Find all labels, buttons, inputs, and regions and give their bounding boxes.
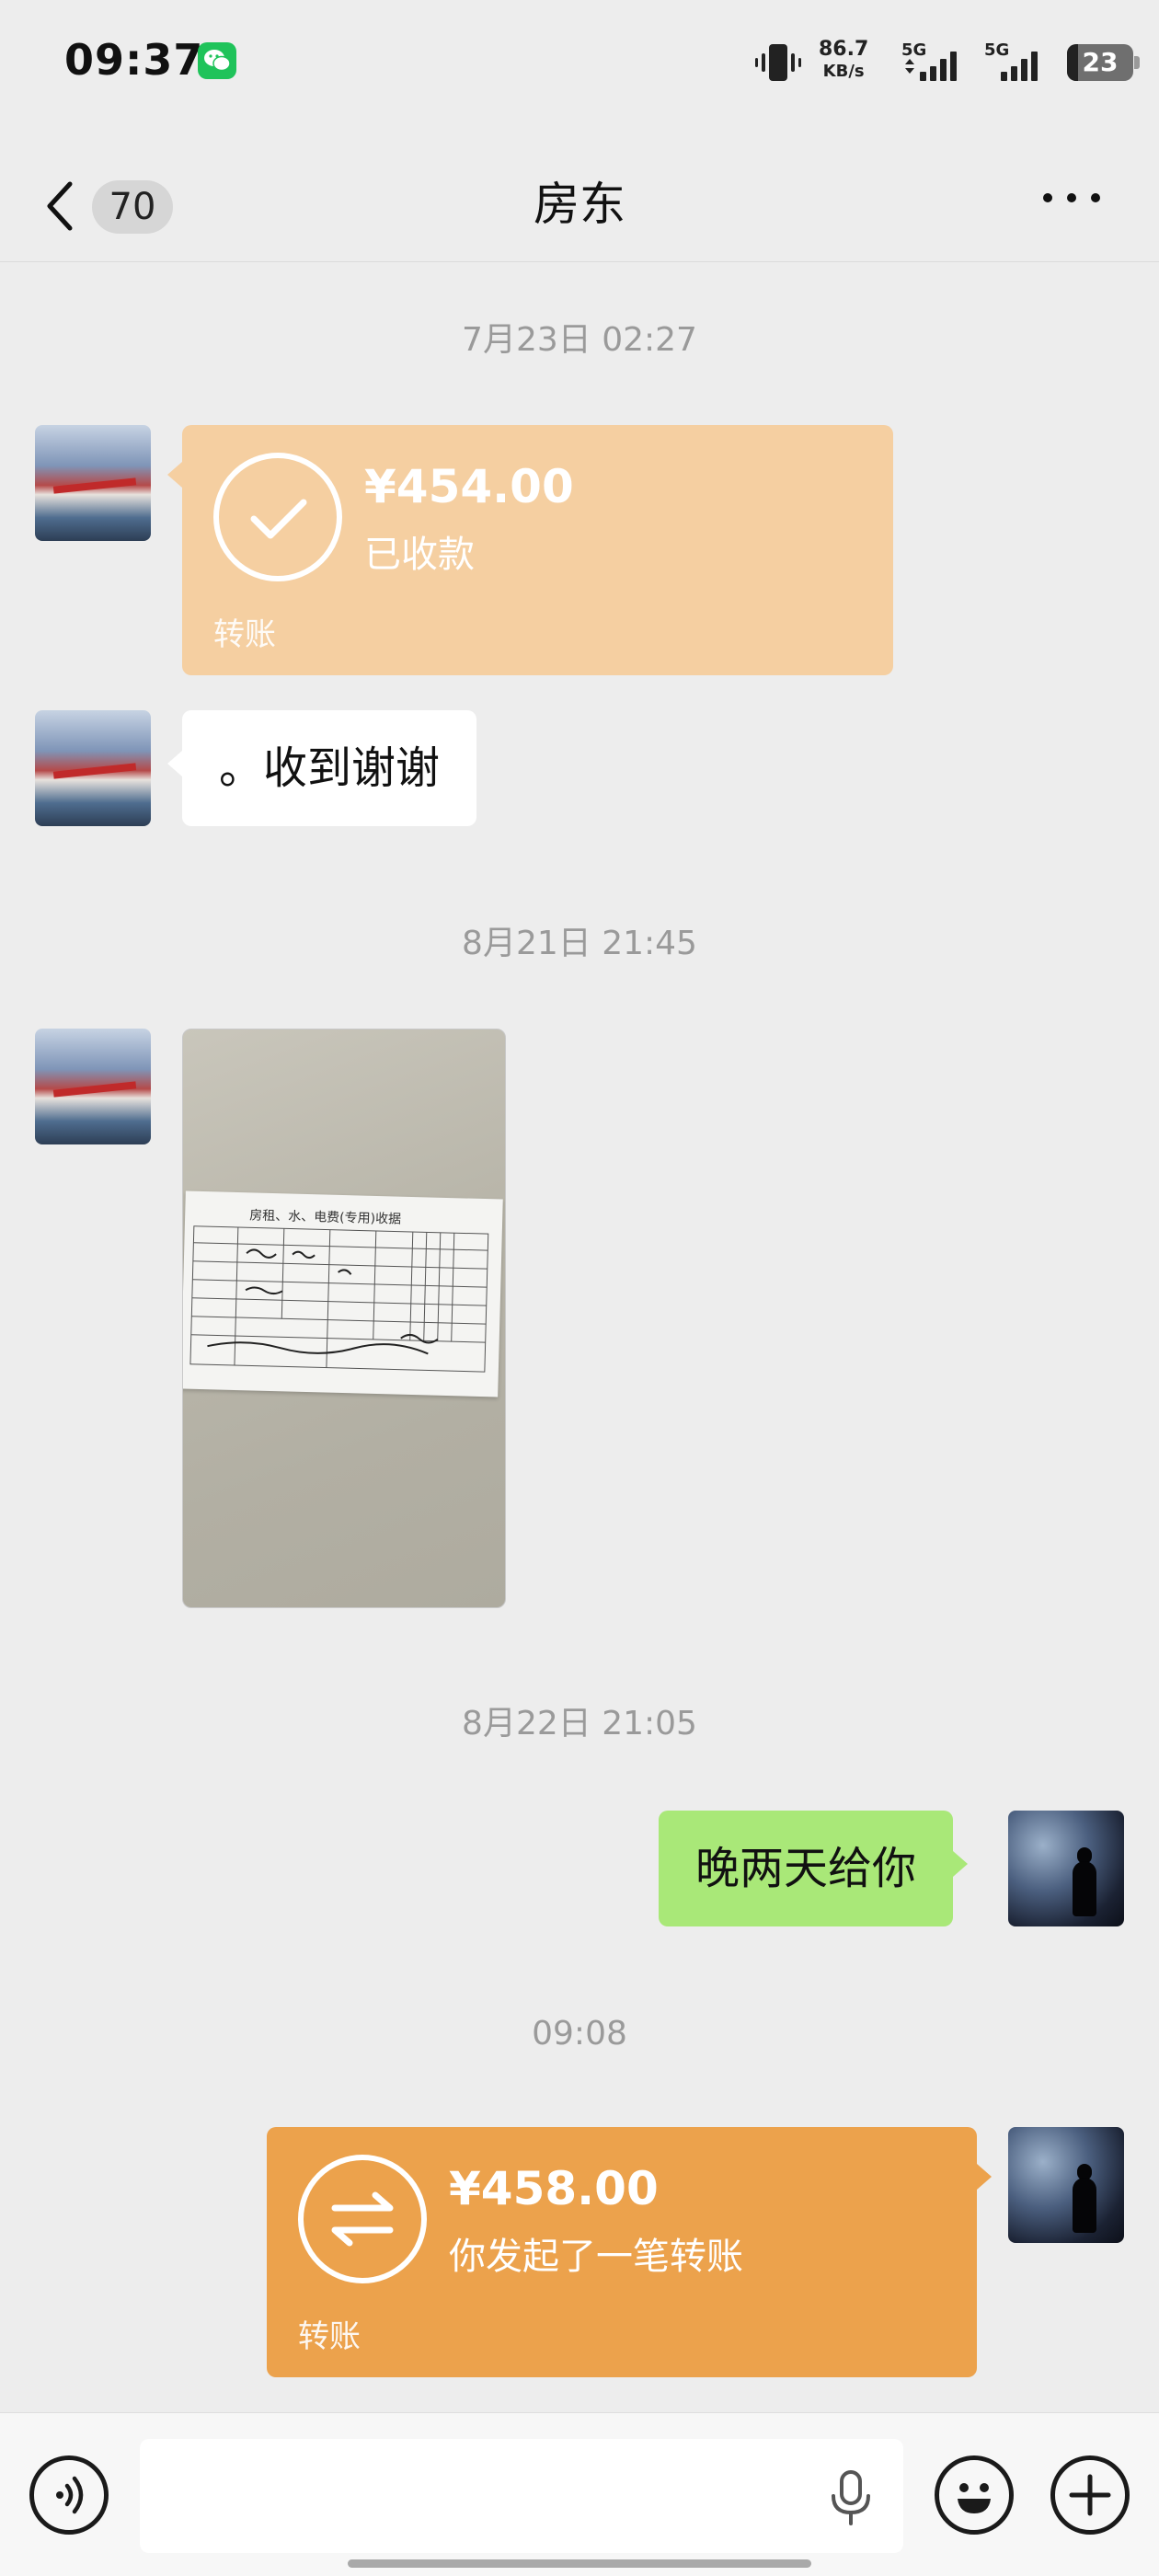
battery-icon: 23 bbox=[1067, 44, 1140, 81]
chat-title: 房东 bbox=[534, 178, 625, 231]
plus-icon bbox=[1069, 2474, 1111, 2516]
more-options-button[interactable] bbox=[1039, 186, 1104, 213]
transfer-amount: ¥454.00 bbox=[364, 460, 574, 513]
message-input[interactable] bbox=[140, 2439, 903, 2553]
landlord-avatar[interactable] bbox=[35, 1029, 151, 1144]
chat-header: 70 房东 bbox=[0, 147, 1159, 262]
message-text: 晚两天给你 bbox=[695, 1843, 917, 1894]
home-indicator[interactable] bbox=[348, 2559, 811, 2568]
text-message-sent[interactable]: 晚两天给你 bbox=[659, 1811, 969, 1926]
transfer-amount: ¥458.00 bbox=[449, 2162, 659, 2215]
message-text: 。收到谢谢 bbox=[219, 742, 441, 794]
vibrate-icon bbox=[755, 44, 801, 81]
emoji-icon bbox=[958, 2483, 991, 2513]
emoji-button[interactable] bbox=[935, 2455, 1014, 2535]
transfer-card-sent[interactable]: ¥458.00 你发起了一笔转账 转账 bbox=[267, 2127, 992, 2377]
transfer-status: 你发起了一笔转账 bbox=[449, 2236, 743, 2278]
network-speed: 86.7 KB/s bbox=[819, 39, 868, 83]
check-icon bbox=[213, 453, 342, 581]
signal-sim2-icon: 5G bbox=[984, 40, 1056, 90]
receipt-photo: 房租、水、电费(专用)收据 bbox=[183, 1190, 503, 1397]
microphone-icon[interactable] bbox=[828, 2470, 874, 2525]
transfer-card-received[interactable]: ¥454.00 已收款 转账 bbox=[167, 425, 893, 675]
status-indicators: 86.7 KB/s 5G 5G 23 bbox=[699, 37, 1159, 92]
wechat-notification-icon bbox=[198, 42, 236, 79]
voice-icon bbox=[56, 2476, 84, 2514]
more-functions-button[interactable] bbox=[1050, 2455, 1130, 2535]
status-time: 09:37 bbox=[64, 35, 204, 85]
my-avatar[interactable] bbox=[1008, 1811, 1124, 1926]
message-timestamp: 8月21日 21:45 bbox=[462, 925, 697, 962]
landlord-avatar[interactable] bbox=[35, 425, 151, 541]
transfer-label: 转账 bbox=[298, 2318, 361, 2355]
signal-sim1-icon: 5G bbox=[900, 40, 973, 90]
receipt-title: 房租、水、电费(专用)收据 bbox=[248, 1208, 402, 1227]
voice-mode-button[interactable] bbox=[29, 2455, 109, 2535]
battery-level: 23 bbox=[1082, 47, 1119, 77]
message-timestamp: 8月22日 21:05 bbox=[462, 1705, 697, 1742]
net-speed-value: 86.7 bbox=[819, 38, 869, 61]
transfer-label: 转账 bbox=[213, 616, 276, 653]
image-message-receipt[interactable]: 房租、水、电费(专用)收据 bbox=[182, 1029, 506, 1608]
transfer-status: 已收款 bbox=[364, 534, 475, 576]
message-timestamp: 7月23日 02:27 bbox=[462, 321, 697, 359]
sim1-label: 5G bbox=[901, 40, 927, 60]
landlord-avatar[interactable] bbox=[35, 710, 151, 826]
sim2-label: 5G bbox=[984, 40, 1010, 60]
transfer-arrows-icon bbox=[298, 2155, 427, 2283]
my-avatar[interactable] bbox=[1008, 2127, 1124, 2243]
status-bar: 09:37 86.7 KB/s 5G 5G 23 bbox=[0, 0, 1159, 124]
input-bar bbox=[0, 2412, 1159, 2576]
net-speed-unit: KB/s bbox=[822, 62, 865, 81]
message-timestamp: 09:08 bbox=[532, 2015, 627, 2053]
text-message-received[interactable]: 。收到谢谢 bbox=[167, 710, 477, 826]
